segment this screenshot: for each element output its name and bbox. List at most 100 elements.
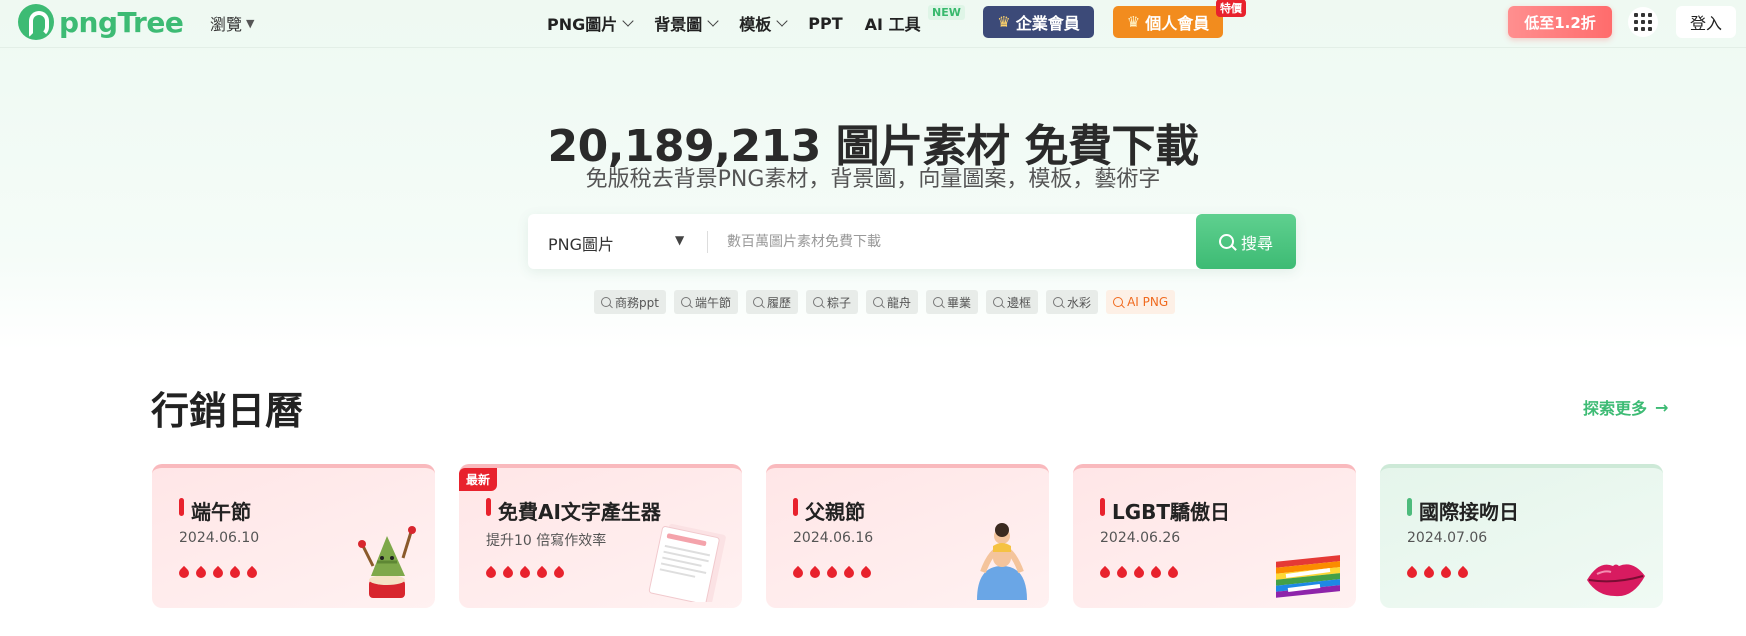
tag-label: 粽子 bbox=[826, 295, 851, 310]
search-icon bbox=[812, 297, 823, 307]
fire-drop-icon bbox=[210, 565, 226, 581]
calendar-card-dragon-boat[interactable]: 端午節 2024.06.10 bbox=[152, 464, 435, 608]
search-icon bbox=[1053, 297, 1064, 307]
search-button[interactable]: 搜尋 bbox=[1196, 214, 1296, 269]
card-accent-bar bbox=[1407, 498, 1412, 516]
fire-drop-icon bbox=[790, 565, 806, 581]
search-icon bbox=[1113, 297, 1124, 307]
search-icon bbox=[993, 297, 1004, 307]
explore-more-link[interactable]: 探索更多 → bbox=[1583, 395, 1668, 419]
fire-drop-icon bbox=[841, 565, 857, 581]
search-tag[interactable]: 邊框 bbox=[986, 290, 1039, 314]
pngtree-logo[interactable]: pngTree bbox=[18, 4, 184, 40]
tag-label: 龍舟 bbox=[887, 295, 912, 310]
tag-label: 履歷 bbox=[766, 295, 791, 310]
caret-down-icon: ▼ bbox=[246, 16, 255, 30]
calendar-card-pride-day[interactable]: LGBT驕傲日 2024.06.26 bbox=[1073, 464, 1356, 608]
nav-templates[interactable]: 模板 bbox=[739, 11, 788, 35]
fire-drop-icon bbox=[534, 565, 550, 581]
crown-icon: ♛ bbox=[997, 13, 1011, 31]
search-tag[interactable]: 商務ppt bbox=[594, 290, 666, 314]
nav-backgrounds[interactable]: 背景圖 bbox=[654, 11, 719, 35]
ai-png-tag[interactable]: AI PNG bbox=[1106, 290, 1176, 314]
chevron-down-icon bbox=[622, 14, 634, 27]
calendar-card-kissing-day[interactable]: 國際接吻日 2024.07.06 bbox=[1380, 464, 1663, 608]
chevron-down-icon bbox=[707, 14, 719, 27]
calendar-card-ai-writer[interactable]: 免費AI文字產生器 提升10 倍寫作效率 bbox=[459, 464, 742, 608]
search-tag[interactable]: 水彩 bbox=[1046, 290, 1099, 314]
search-input[interactable] bbox=[727, 226, 1217, 258]
card-date: 2024.07.06 bbox=[1407, 530, 1488, 546]
card-date: 2024.06.10 bbox=[179, 530, 260, 546]
crown-icon: ♛ bbox=[1126, 13, 1141, 31]
apps-grid-icon[interactable] bbox=[1628, 7, 1658, 37]
arrow-right-icon: → bbox=[1655, 397, 1669, 417]
fire-drop-icon bbox=[1114, 565, 1130, 581]
fire-drop-icon bbox=[858, 565, 874, 581]
document-pages-icon bbox=[648, 523, 726, 602]
father-child-icon bbox=[977, 523, 1027, 600]
card-title: 國際接吻日 bbox=[1419, 500, 1519, 524]
tag-label: 端午節 bbox=[694, 295, 731, 310]
search-icon bbox=[601, 297, 611, 307]
logo-text: pngTree bbox=[59, 5, 184, 39]
lips-icon bbox=[1587, 564, 1645, 597]
calendar-card-fathers-day[interactable]: 父親節 2024.06.16 bbox=[766, 464, 1049, 608]
search-icon bbox=[680, 297, 691, 307]
fire-drop-icon bbox=[227, 565, 243, 581]
card-accent-bar bbox=[1100, 498, 1105, 516]
search-icon bbox=[873, 297, 883, 307]
search-tag[interactable]: 履歷 bbox=[745, 290, 798, 314]
fire-drop-icon bbox=[1131, 565, 1147, 581]
browse-menu[interactable]: 瀏覽 ▼ bbox=[210, 11, 254, 35]
personal-label: 個人會員 bbox=[1145, 14, 1210, 33]
hot-search-tags: 商務ppt 端午節 履歷 粽子 龍舟 畢業 邊框 水彩 AI PNG bbox=[594, 290, 1176, 314]
fire-drop-icon bbox=[551, 565, 567, 581]
search-divider bbox=[707, 231, 708, 253]
discount-button[interactable]: 低至1.2折 bbox=[1508, 6, 1612, 38]
nav-label: AI 工具 bbox=[864, 15, 921, 34]
fire-drop-icon bbox=[1421, 565, 1437, 581]
search-tag[interactable]: 粽子 bbox=[805, 290, 858, 314]
search-type-select[interactable]: PNG圖片 bbox=[548, 231, 688, 254]
search-tag[interactable]: 龍舟 bbox=[866, 290, 919, 314]
special-price-badge: 特價 bbox=[1216, 0, 1246, 17]
nav-label: PPT bbox=[808, 13, 843, 33]
fire-drop-icon bbox=[193, 565, 209, 581]
search-icon bbox=[1218, 234, 1234, 249]
fire-drop-icon bbox=[1148, 565, 1164, 581]
fire-drop-icon bbox=[1165, 565, 1181, 581]
zongzi-drummer-icon bbox=[358, 526, 416, 598]
card-title: 端午節 bbox=[191, 500, 251, 524]
search-icon bbox=[933, 297, 944, 307]
nav-ppt[interactable]: PPT bbox=[808, 14, 842, 33]
fire-drop-icon bbox=[807, 565, 823, 581]
heat-rating bbox=[176, 565, 260, 581]
caret-down-icon: ▼ bbox=[675, 233, 685, 247]
fire-drop-icon bbox=[1097, 565, 1113, 581]
card-subtitle: 提升10 倍寫作效率 bbox=[486, 533, 607, 549]
card-title: 免費AI文字產生器 bbox=[498, 500, 661, 524]
login-button[interactable]: 登入 bbox=[1676, 6, 1736, 38]
nav-label: PNG圖片 bbox=[547, 15, 618, 34]
chevron-down-icon bbox=[776, 14, 788, 27]
calendar-cards: 端午節 2024.06.10 免費AI文字產生器 提升10 倍寫作效率 父親節 … bbox=[152, 464, 1663, 608]
heat-rating bbox=[790, 565, 874, 581]
enterprise-membership-button[interactable]: ♛ 企業會員 bbox=[983, 6, 1094, 38]
nav-ai-tools[interactable]: AI 工具 bbox=[865, 11, 921, 35]
newest-badge: 最新 bbox=[459, 468, 498, 491]
nav-png-images[interactable]: PNG圖片 bbox=[547, 11, 634, 35]
tag-label: 畢業 bbox=[947, 295, 972, 310]
card-accent-bar bbox=[179, 498, 184, 516]
search-tag[interactable]: 端午節 bbox=[673, 290, 738, 314]
section-title: 行銷日曆 bbox=[151, 389, 304, 433]
fire-drop-icon bbox=[500, 565, 516, 581]
tag-label: 水彩 bbox=[1067, 295, 1092, 310]
personal-membership-button[interactable]: ♛ 個人會員 bbox=[1113, 6, 1223, 38]
pride-day-icon bbox=[1276, 555, 1340, 598]
pngtree-logo-icon bbox=[18, 4, 54, 40]
fire-drop-icon bbox=[1404, 565, 1420, 581]
fire-drop-icon bbox=[824, 565, 840, 581]
hero-subtitle: 免版稅去背景PNG素材，背景圖，向量圖案，模板，藝術字 bbox=[585, 167, 1161, 192]
search-tag[interactable]: 畢業 bbox=[926, 290, 979, 314]
